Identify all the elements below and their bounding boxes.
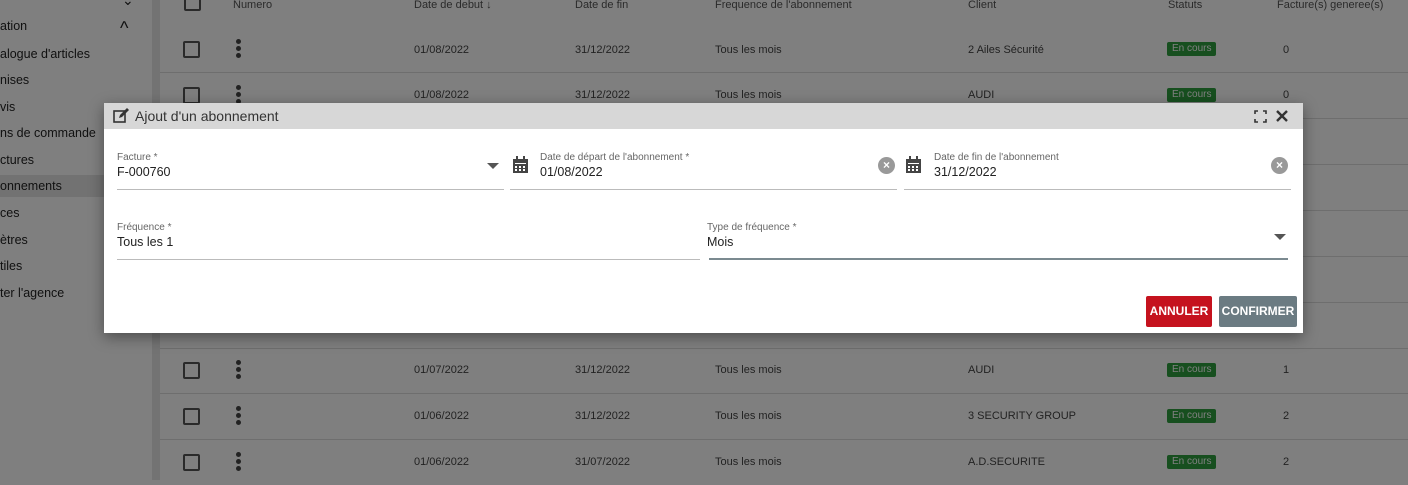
caret-down-icon[interactable] <box>1274 234 1286 240</box>
date-fin-input[interactable]: 31/12/2022 <box>934 165 997 179</box>
date-depart-underline <box>510 189 897 190</box>
dialog-header: Ajout d'un abonnement <box>104 103 1303 129</box>
fullscreen-icon[interactable] <box>1254 110 1267 123</box>
calendar-icon[interactable] <box>512 156 529 174</box>
facture-select[interactable]: F-000760 <box>117 165 171 179</box>
clear-date-fin-icon[interactable]: × <box>1271 157 1288 174</box>
caret-down-icon[interactable] <box>487 163 499 169</box>
calendar-icon[interactable] <box>905 156 922 174</box>
clear-date-depart-icon[interactable]: × <box>878 157 895 174</box>
type-frequence-label: Type de fréquence * <box>707 222 797 233</box>
edit-icon <box>113 108 129 123</box>
frequence-input[interactable]: Tous les 1 <box>117 235 173 249</box>
facture-label: Facture * <box>117 152 158 163</box>
app: ⌄ ^ ation alogue d'articles nises vis ns… <box>0 0 1408 480</box>
date-fin-label: Date de fin de l'abonnement <box>934 152 1059 163</box>
dialog-title: Ajout d'un abonnement <box>135 108 279 124</box>
date-depart-label: Date de départ de l'abonnement * <box>540 152 690 163</box>
date-fin-underline <box>904 189 1291 190</box>
frequence-label: Fréquence * <box>117 222 172 233</box>
close-icon[interactable] <box>1276 110 1288 122</box>
date-depart-input[interactable]: 01/08/2022 <box>540 165 603 179</box>
confirm-button[interactable]: CONFIRMER <box>1219 296 1297 327</box>
frequence-underline <box>117 259 700 260</box>
cancel-button[interactable]: ANNULER <box>1146 296 1212 327</box>
type-frequence-select[interactable]: Mois <box>707 235 733 249</box>
add-subscription-dialog: Ajout d'un abonnement Facture * F-000760… <box>104 103 1303 333</box>
facture-underline <box>117 189 504 190</box>
type-frequence-underline <box>709 258 1288 260</box>
